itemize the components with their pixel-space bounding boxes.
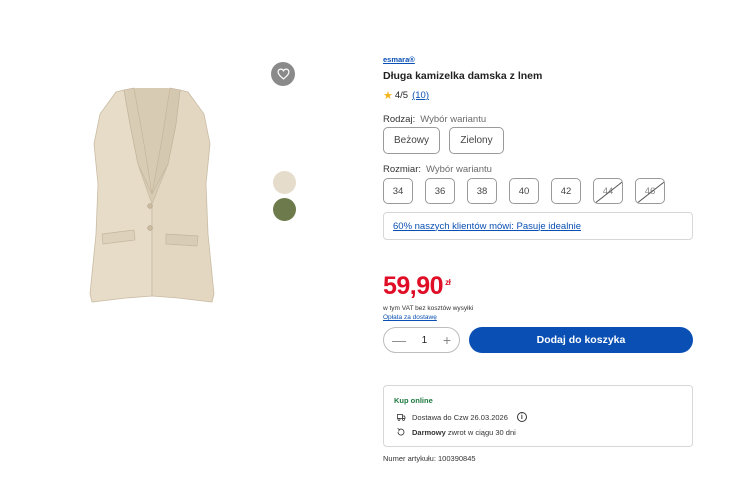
delivery-date-text: Dostawa do Czw 26.03.2026 [412,412,508,422]
delivery-heading: Kup online [394,396,433,405]
quantity-value[interactable]: 1 [422,335,428,346]
add-to-cart-button[interactable]: Dodaj do koszyka [469,327,693,353]
variant-option-bezowy[interactable]: Beżowy [383,127,440,154]
size-option-44-unavailable[interactable]: 44 [593,178,623,204]
size-option-36[interactable]: 36 [425,178,455,204]
size-option-46-unavailable[interactable]: 46 [635,178,665,204]
return-text: zwrot w ciągu 30 dni [447,427,516,437]
wishlist-button[interactable] [271,62,295,86]
variant-hint: Wybór wariantu [420,114,487,125]
color-swatch-green[interactable] [273,198,296,221]
size-option-40[interactable]: 40 [509,178,539,204]
product-image [89,87,215,303]
size-option-38[interactable]: 38 [467,178,497,204]
rating-value: 4/5 [394,90,409,101]
color-swatch-beige[interactable] [273,171,296,194]
size-label-row: Rozmiar: Wybór wariantu [383,164,492,175]
rating: ★ 4/5 (10) [383,89,429,102]
variant-option-zielony[interactable]: Zielony [449,127,504,154]
free-return-label: Darmowy [412,427,446,437]
price-currency: zł [445,278,451,287]
product-title: Długa kamizelka damska z lnem [383,70,543,82]
price-value: 59,90 [383,272,444,300]
article-number: Numer artykułu: 100390845 [383,454,476,463]
delivery-date-row: Dostawa do Czw 26.03.2026 i [396,412,527,422]
size-option-34[interactable]: 34 [383,178,413,204]
variant-label: Rodzaj: [383,114,416,125]
return-row: Darmowy zwrot w ciągu 30 dni [396,427,516,437]
review-count-link[interactable]: (10) [412,90,429,101]
vat-note: w tym VAT bez kosztów wysyłki [383,305,474,312]
fit-info-box: 60% naszych klientów mówi: Pasuje idealn… [383,212,693,240]
delivery-icon [396,412,406,422]
return-icon [396,427,406,437]
delivery-info-box: Kup online Dostawa do Czw 26.03.2026 i D… [383,385,693,447]
quantity-increase-button[interactable]: + [443,333,451,347]
brand-link[interactable]: esmara® [383,55,415,64]
size-option-42[interactable]: 42 [551,178,581,204]
fit-info-link[interactable]: 60% naszych klientów mówi: Pasuje idealn… [393,221,581,232]
quantity-decrease-button[interactable]: — [392,333,406,347]
price: 59,90 zł [383,272,451,301]
info-icon[interactable]: i [516,412,527,422]
size-hint: Wybór wariantu [426,164,492,175]
variant-label-row: Rodzaj: Wybór wariantu [383,114,486,125]
heart-icon [276,68,290,80]
size-label: Rozmiar: [383,164,422,175]
star-icon: ★ [383,90,393,102]
quantity-stepper: — 1 + [383,327,460,353]
shipping-cost-link[interactable]: Opłata za dostawę [383,314,437,321]
